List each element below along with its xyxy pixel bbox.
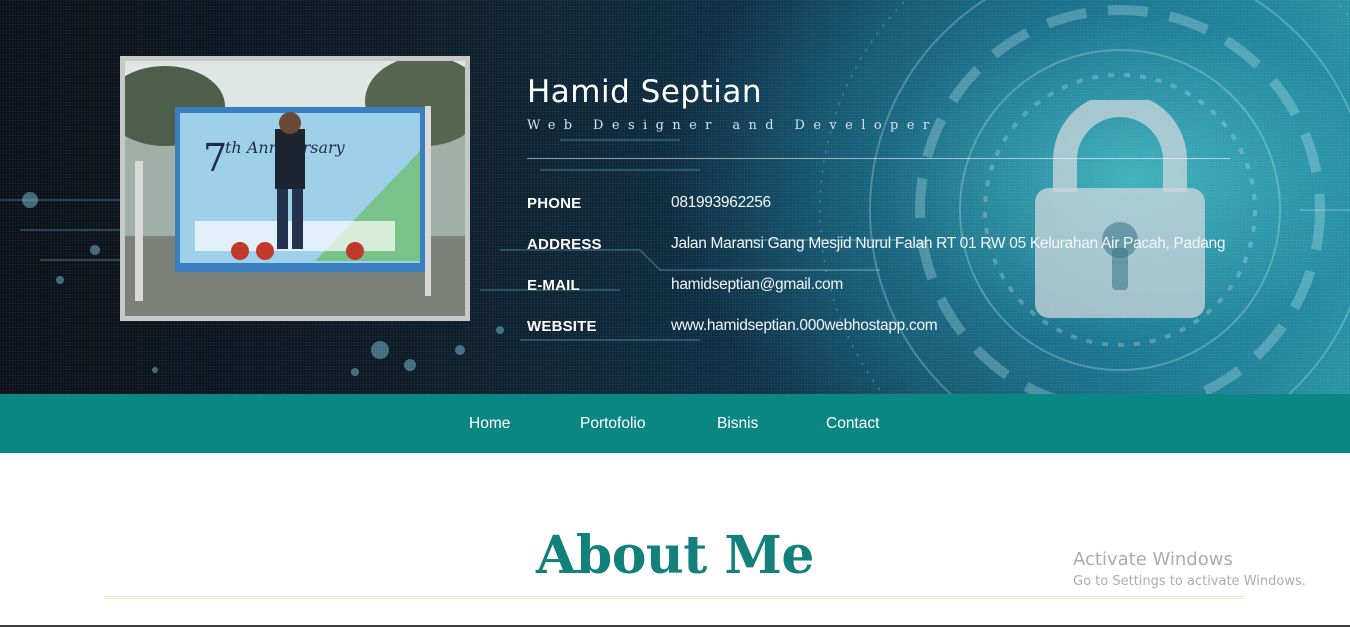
profile-photo-frame: 7 th Anniversary <box>120 56 470 321</box>
svg-text:7: 7 <box>203 136 227 180</box>
profile-role: Web Designer and Developer <box>527 118 938 133</box>
contact-value: hamidseptian@gmail.com <box>671 276 843 293</box>
nav-portofolio-link[interactable]: Portofolio <box>580 415 645 433</box>
contact-label: ADDRESS <box>527 235 602 253</box>
profile-photo: 7 th Anniversary <box>125 61 465 316</box>
profile-name: Hamid Septian <box>527 74 762 110</box>
watermark-subtitle: Go to Settings to activate Windows. <box>1073 574 1306 589</box>
profile-header: Hamid Septian Web Designer and Developer <box>527 74 1230 159</box>
contact-row-address: ADDRESS Jalan Maransi Gang Mesjid Nurul … <box>527 232 1225 256</box>
contact-row-email: E-MAIL hamidseptian@gmail.com <box>527 273 843 297</box>
contact-row-phone: PHONE 081993962256 <box>527 191 771 215</box>
profile-divider <box>527 158 1230 159</box>
contact-label: WEBSITE <box>527 317 597 335</box>
contact-label: E-MAIL <box>527 276 580 294</box>
contact-row-website: WEBSITE www.hamidseptian.000webhostapp.c… <box>527 314 938 338</box>
nav-home-link[interactable]: Home <box>469 415 510 433</box>
nav-bisnis-link[interactable]: Bisnis <box>717 415 758 433</box>
main-navbar: Home Portofolio Bisnis Contact <box>0 394 1350 453</box>
contact-value: Jalan Maransi Gang Mesjid Nurul Falah RT… <box>671 235 1226 252</box>
hero-banner: 7 th Anniversary Hamid Septian Web Desig… <box>0 0 1350 394</box>
nav-contact-link[interactable]: Contact <box>826 415 879 433</box>
about-title-underline <box>105 596 1245 599</box>
contact-value: www.hamidseptian.000webhostapp.com <box>671 317 938 334</box>
windows-activation-watermark: Activate Windows Go to Settings to activ… <box>1073 549 1306 589</box>
watermark-title: Activate Windows <box>1073 549 1233 570</box>
contact-label: PHONE <box>527 194 582 212</box>
contact-value: 081993962256 <box>671 194 771 211</box>
